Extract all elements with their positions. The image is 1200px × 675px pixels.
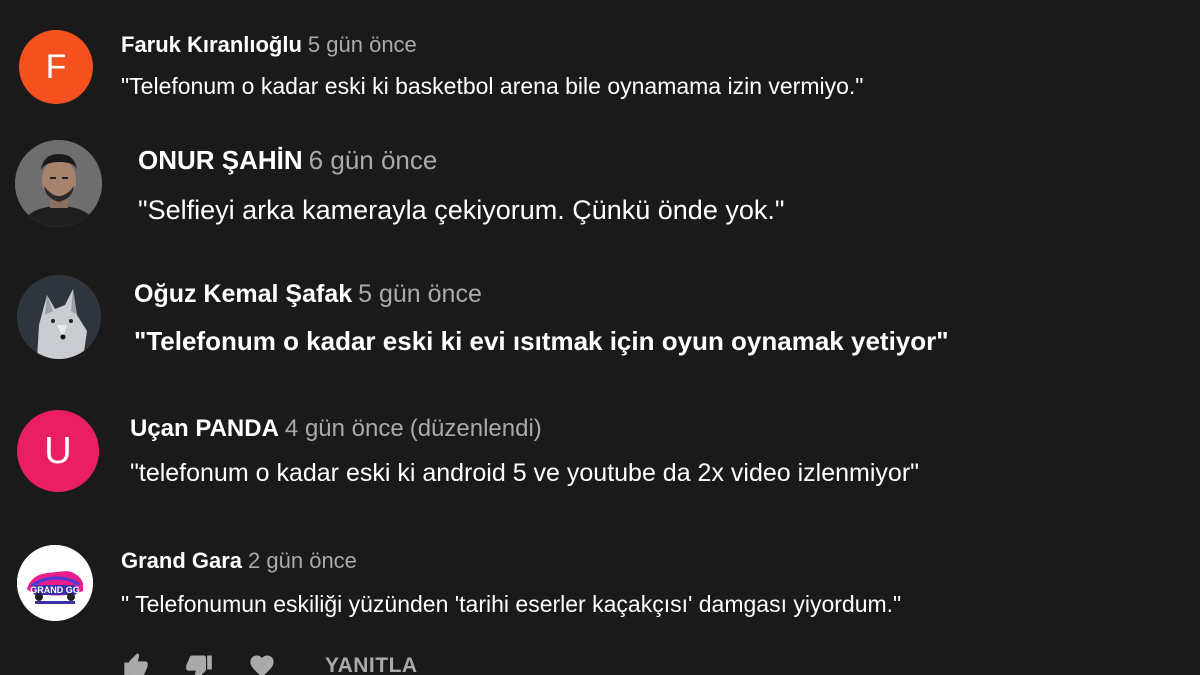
comment-text: "Telefonum o kadar eski ki evi ısıtmak i…	[134, 326, 949, 356]
comment-text: "Selfieyi arka kamerayla çekiyorum. Çünk…	[138, 195, 785, 225]
avatar[interactable]	[17, 275, 101, 359]
profile-photo-icon	[15, 140, 102, 227]
avatar-letter: F	[45, 48, 67, 86]
comment-text: "telefonum o kadar eski ki android 5 ve …	[130, 459, 920, 487]
author-name[interactable]: Uçan PANDA	[130, 415, 279, 442]
author-name[interactable]: Grand Gara	[121, 548, 242, 573]
author-name[interactable]: Faruk Kıranlıoğlu	[121, 32, 302, 57]
avatar[interactable]: GRAND GG	[17, 545, 93, 621]
avatar[interactable]: F	[19, 30, 93, 104]
heart-icon[interactable]	[248, 652, 276, 675]
comment-time[interactable]: 5 gün önce	[358, 280, 482, 308]
comment-header: ONUR ŞAHİN 6 gün önce	[138, 145, 437, 176]
author-name[interactable]: ONUR ŞAHİN	[138, 145, 303, 175]
comment-time[interactable]: 5 gün önce	[308, 32, 417, 57]
comment-header: Oğuz Kemal Şafak 5 gün önce	[134, 280, 482, 309]
comment-time[interactable]: 4 gün önce	[285, 415, 404, 442]
comment-text: "Telefonum o kadar eski ki basketbol are…	[121, 73, 864, 99]
comment-text: " Telefonumun eskiliği yüzünden 'tarihi …	[121, 591, 902, 617]
comment-time[interactable]: 2 gün önce	[248, 548, 357, 573]
comment-header: Grand Gara 2 gün önce	[121, 548, 357, 574]
edited-label: (düzenlendi)	[409, 415, 542, 442]
thumbs-up-icon[interactable]	[122, 652, 150, 675]
author-name[interactable]: Oğuz Kemal Şafak	[134, 280, 352, 308]
thumbs-down-icon[interactable]	[185, 652, 213, 675]
wolf-photo-icon	[17, 275, 101, 359]
reply-button[interactable]: YANITLA	[325, 654, 418, 675]
comment-time[interactable]: 6 gün önce	[309, 145, 438, 175]
avatar[interactable]: U	[17, 410, 99, 492]
comments-section: F Faruk Kıranlıoğlu 5 gün önce "Telefonum…	[0, 0, 1200, 675]
avatar-letter: U	[44, 430, 72, 472]
logo-text: GRAND GG	[30, 585, 80, 595]
avatar[interactable]	[15, 140, 102, 227]
grand-gara-logo-icon: GRAND GG	[17, 545, 93, 621]
comment-header: Uçan PANDA 4 gün önce (düzenlendi)	[130, 415, 542, 443]
comment-header: Faruk Kıranlıoğlu 5 gün önce	[121, 32, 417, 58]
